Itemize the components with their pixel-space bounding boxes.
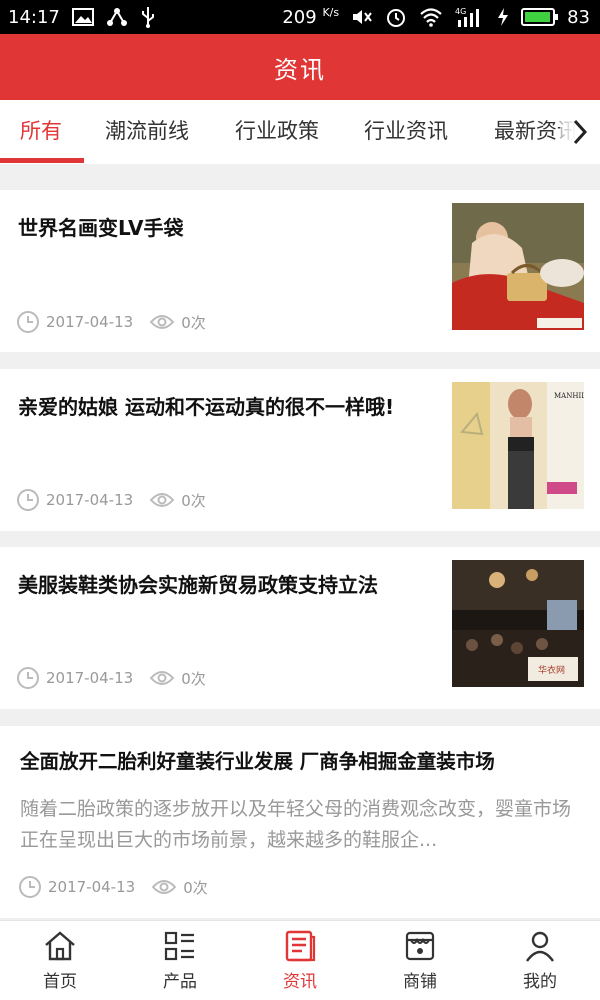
news-item[interactable]: 全面放开二胎利好童装行业发展 厂商争相掘金童装市场 随着二胎政策的逐步放开以及年…: [0, 726, 600, 918]
news-title: 全面放开二胎利好童装行业发展 厂商争相掘金童装市场: [20, 750, 495, 773]
news-title: 亲爱的姑娘 运动和不运动真的很不一样哦!: [18, 395, 395, 419]
shop-icon: [405, 931, 435, 961]
news-meta: 2017-04-13 0次: [16, 310, 206, 334]
eye-icon: [149, 315, 175, 329]
nav-home-label: 首页: [43, 972, 77, 992]
battery-icon: [521, 8, 559, 26]
news-thumbnail[interactable]: [452, 203, 584, 330]
news-title: 世界名画变LV手袋: [18, 216, 184, 240]
image-notification-icon: [71, 8, 94, 26]
news-views: 0次: [183, 878, 208, 897]
usb-icon: [140, 6, 156, 28]
clock-icon: [17, 311, 39, 333]
clock-icon: [17, 489, 39, 511]
clock-icon: [17, 667, 39, 689]
news-meta: 2017-04-13 0次: [16, 666, 206, 690]
news-thumbnail[interactable]: MANHILL: [452, 382, 584, 509]
news-meta: 2017-04-13 0次: [18, 875, 208, 899]
alarm-icon: [385, 6, 407, 28]
svg-text:华衣网: 华衣网: [538, 664, 565, 676]
page-title: 资讯: [274, 55, 326, 84]
chevron-right-icon: [573, 119, 588, 145]
tab-trends[interactable]: 潮流前线: [105, 100, 189, 164]
news-item[interactable]: 美服装鞋类协会实施新贸易政策支持立法 2017-04-13 0次 华衣网: [0, 547, 600, 709]
news-item[interactable]: 亲爱的姑娘 运动和不运动真的很不一样哦! 2017-04-13 0次 MANHI…: [0, 369, 600, 531]
user-icon: [526, 931, 554, 962]
news-date: 2017-04-13: [46, 491, 134, 509]
eye-icon: [149, 493, 175, 507]
nav-shop-label: 商铺: [403, 972, 437, 992]
grid-list-icon: [164, 931, 194, 961]
status-time: 14:17: [8, 6, 60, 28]
charging-icon: [497, 7, 509, 27]
news-date: 2017-04-13: [48, 878, 136, 896]
news-views: 0次: [181, 313, 206, 332]
news-icon: [285, 930, 316, 962]
home-icon: [45, 931, 75, 961]
active-tab-indicator: [0, 158, 84, 163]
nav-news-label: 资讯: [283, 972, 317, 992]
signal-icon: 4G: [455, 6, 485, 28]
news-views: 0次: [181, 669, 206, 688]
share-network-icon: [106, 6, 128, 28]
category-tabs: 所有 潮流前线 行业政策 行业资讯 最新资讯: [0, 100, 600, 164]
nav-shop[interactable]: 商铺: [360, 921, 480, 1000]
news-item[interactable]: 世界名画变LV手袋 2017-04-13 0次: [0, 190, 600, 352]
eye-icon: [149, 671, 175, 685]
news-thumbnail[interactable]: 华衣网: [452, 560, 584, 687]
news-date: 2017-04-13: [46, 669, 134, 687]
network-speed: 209 K/s: [282, 6, 340, 28]
nav-home[interactable]: 首页: [0, 921, 120, 1000]
nav-products-label: 产品: [163, 972, 197, 992]
svg-text:MANHILL: MANHILL: [554, 392, 584, 400]
status-bar: 14:17 209 K/s 4G 83: [0, 0, 600, 34]
tab-industry-news[interactable]: 行业资讯: [364, 100, 448, 164]
news-meta: 2017-04-13 0次: [16, 488, 206, 512]
svg-text:4G: 4G: [455, 7, 466, 16]
mute-icon: [351, 7, 373, 27]
news-views: 0次: [181, 491, 206, 510]
bottom-navigation: 首页 产品 资讯 商铺 我的: [0, 920, 600, 1000]
tab-all[interactable]: 所有: [20, 100, 62, 164]
nav-profile-label: 我的: [523, 972, 557, 992]
tab-industry-policy[interactable]: 行业政策: [235, 100, 319, 164]
news-date: 2017-04-13: [46, 313, 134, 331]
wifi-icon: [419, 7, 443, 27]
nav-news[interactable]: 资讯: [240, 921, 360, 1000]
nav-products[interactable]: 产品: [120, 921, 240, 1000]
battery-level: 83: [567, 6, 590, 28]
eye-icon: [151, 880, 177, 894]
clock-icon: [19, 876, 41, 898]
nav-profile[interactable]: 我的: [480, 921, 600, 1000]
tabs-scroll-right-button[interactable]: [560, 100, 600, 164]
news-title: 美服装鞋类协会实施新贸易政策支持立法: [18, 573, 378, 597]
news-description: 随着二胎政策的逐步放开以及年轻父母的消费观念改变，婴童市场正在呈现出巨大的市场前…: [20, 798, 572, 851]
app-header: 资讯: [0, 34, 600, 100]
